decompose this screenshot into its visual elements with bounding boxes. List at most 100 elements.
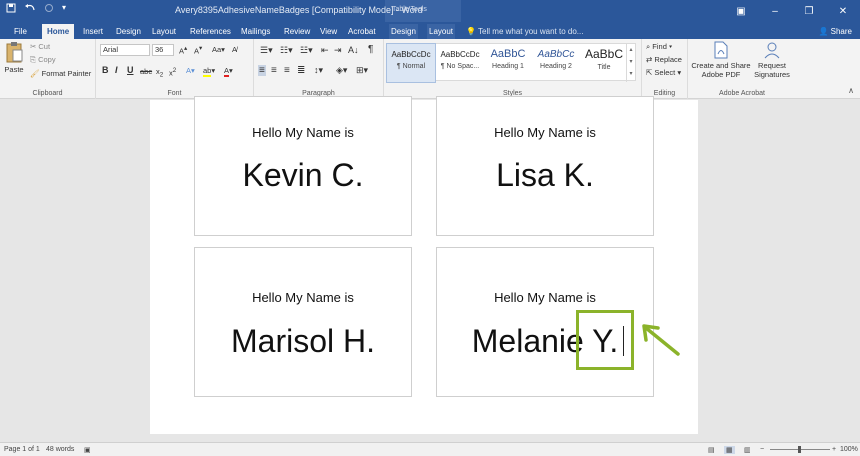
create-share-label-1: Create and Share [691, 61, 751, 70]
numbering-icon[interactable]: ☷▾ [280, 45, 293, 56]
print-layout-icon[interactable]: ▦ [724, 446, 735, 454]
font-group: Arial 36 A▴ A▾ Aa▾ A̸ B I U abc x2 x2 A▾… [96, 39, 254, 99]
justify-icon[interactable]: ≣ [297, 65, 305, 76]
redo-icon[interactable] [44, 3, 54, 16]
ribbon-display-icon[interactable]: ▣ [724, 0, 758, 22]
replace-button[interactable]: ⇄ Replace [646, 55, 682, 64]
highlight-icon[interactable]: ab▾ [203, 66, 215, 77]
bold-button[interactable]: B [102, 65, 109, 75]
align-left-icon[interactable]: ≡ [258, 65, 266, 76]
styles-gallery: AaBbCcDc ¶ Normal AaBbCcDc ¶ No Spac... … [386, 43, 636, 83]
tab-design[interactable]: Design [114, 24, 143, 39]
tell-me-box[interactable]: 💡 Tell me what you want to do... [466, 24, 583, 39]
shading-icon[interactable]: ◈▾ [336, 65, 347, 76]
tab-acrobat[interactable]: Acrobat [346, 24, 378, 39]
replace-label: Replace [654, 55, 682, 64]
minimize-icon[interactable]: – [758, 0, 792, 22]
tab-layout[interactable]: Layout [150, 24, 178, 39]
customize-qat-icon[interactable]: ▾ [62, 3, 66, 16]
sort-icon[interactable]: A↓ [348, 45, 359, 55]
paste-button[interactable]: Paste [4, 41, 24, 74]
strikethrough-button[interactable]: abc [140, 67, 152, 76]
paste-label: Paste [4, 65, 24, 74]
tab-view[interactable]: View [318, 24, 339, 39]
bullets-icon[interactable]: ☰▾ [260, 45, 273, 56]
badge-name[interactable]: Marisol H. [195, 323, 411, 360]
request-signatures-button[interactable]: Request Signatures [752, 41, 792, 79]
font-size-combo[interactable]: 36 [152, 44, 174, 56]
align-right-icon[interactable]: ≡ [284, 65, 290, 76]
select-button[interactable]: ⇱ Select ▾ [646, 68, 681, 77]
person-icon: 👤 [818, 27, 829, 36]
badge-name[interactable]: Lisa K. [437, 157, 653, 194]
show-formatting-icon[interactable]: ¶ [368, 44, 373, 55]
grow-font-button[interactable]: A▴ [179, 45, 187, 56]
style-sample: AaBbCcDc [440, 50, 480, 59]
cut-button[interactable]: ✂ Cut [30, 42, 50, 51]
name-badge-2[interactable]: Hello My Name is Lisa K. [436, 96, 654, 236]
clipboard-group-label: Clipboard [32, 90, 63, 97]
line-spacing-icon[interactable]: ↕▾ [314, 65, 323, 76]
document-area[interactable]: Hello My Name is Kevin C. Hello My Name … [0, 96, 860, 442]
multilevel-list-icon[interactable]: ☳▾ [300, 45, 313, 56]
style-heading-2[interactable]: AaBbCc Heading 2 [531, 44, 581, 82]
change-case-button[interactable]: Aa▾ [212, 45, 225, 54]
font-name-combo[interactable]: Arial [100, 44, 150, 56]
zoom-in-icon[interactable]: + [832, 446, 836, 453]
restore-icon[interactable]: ❐ [792, 0, 826, 22]
underline-button[interactable]: U [127, 65, 134, 75]
superscript-button[interactable]: x2 [169, 67, 176, 78]
document-page[interactable]: Hello My Name is Kevin C. Hello My Name … [150, 96, 698, 434]
create-share-pdf-button[interactable]: Create and Share Adobe PDF [690, 41, 752, 79]
style-heading-1[interactable]: AaBbC Heading 1 [485, 44, 531, 82]
tab-review[interactable]: Review [282, 24, 312, 39]
word-count[interactable]: 48 words [46, 446, 74, 453]
find-button[interactable]: ⌕ Find ▾ [646, 42, 672, 52]
italic-button[interactable]: I [115, 65, 118, 75]
tab-references[interactable]: References [188, 24, 233, 39]
read-mode-icon[interactable]: ▤ [708, 446, 715, 454]
close-icon[interactable]: ✕ [826, 0, 860, 22]
name-badge-1[interactable]: Hello My Name is Kevin C. [194, 96, 412, 236]
share-button[interactable]: 👤 Share [818, 24, 852, 39]
tab-insert[interactable]: Insert [81, 24, 105, 39]
table-tools-label: Table Tools [392, 6, 427, 13]
tab-mailings[interactable]: Mailings [239, 24, 272, 39]
zoom-slider-thumb[interactable] [798, 446, 801, 453]
ribbon-tabs: File Home Insert Design Layout Reference… [0, 22, 860, 39]
font-color-icon[interactable]: A▾ [224, 66, 233, 77]
borders-icon[interactable]: ⊞▾ [356, 65, 368, 76]
copy-button[interactable]: ⎘ Copy [30, 55, 56, 65]
style-no-spacing[interactable]: AaBbCcDc ¶ No Spac... [435, 44, 485, 82]
page-count[interactable]: Page 1 of 1 [4, 446, 40, 453]
text-effects-icon[interactable]: A▾ [186, 66, 195, 75]
subscript-button[interactable]: x2 [156, 67, 163, 79]
style-title[interactable]: AaBbC Title [581, 44, 627, 82]
name-badge-3[interactable]: Hello My Name is Marisol H. [194, 247, 412, 397]
proofing-icon[interactable]: ▣ [84, 446, 91, 454]
find-label: Find [652, 42, 667, 51]
undo-icon[interactable] [24, 3, 36, 16]
tab-table-layout[interactable]: Layout [427, 24, 456, 39]
style-sample: AaBbCc [537, 49, 575, 60]
format-painter-button[interactable]: 🖌 Format Painter [30, 69, 91, 78]
quick-access-toolbar: ▾ [6, 3, 66, 16]
zoom-level[interactable]: 100% [840, 446, 858, 453]
align-center-icon[interactable]: ≡ [271, 65, 277, 76]
request-label-2: Signatures [754, 70, 790, 79]
clear-formatting-icon[interactable]: A̸ [232, 45, 237, 54]
badge-name[interactable]: Kevin C. [195, 157, 411, 194]
zoom-out-icon[interactable]: − [760, 446, 764, 453]
web-layout-icon[interactable]: ▥ [744, 446, 751, 454]
tab-table-design[interactable]: Design [389, 24, 418, 39]
increase-indent-icon[interactable]: ⇥ [334, 45, 342, 56]
tab-home[interactable]: Home [42, 24, 75, 39]
clipboard-icon [6, 42, 23, 63]
tab-file[interactable]: File [12, 24, 29, 39]
collapse-ribbon-icon[interactable]: ∧ [848, 86, 854, 95]
shrink-font-button[interactable]: A▾ [194, 45, 202, 56]
styles-scroll[interactable]: ▴ ▾ ▾ [626, 44, 635, 82]
decrease-indent-icon[interactable]: ⇤ [321, 45, 329, 56]
style-normal[interactable]: AaBbCcDc ¶ Normal [386, 43, 436, 83]
save-icon[interactable] [6, 3, 16, 16]
